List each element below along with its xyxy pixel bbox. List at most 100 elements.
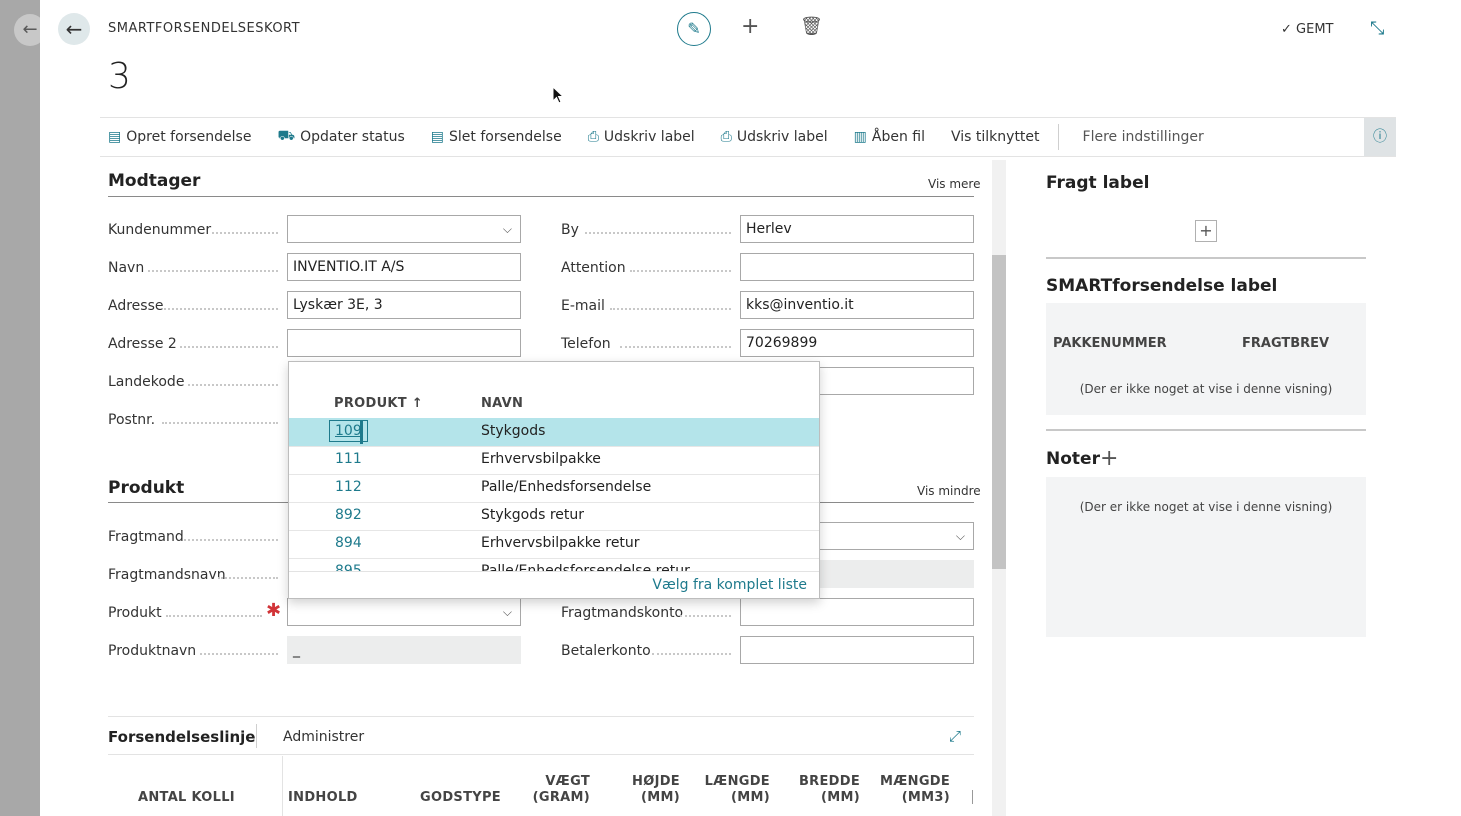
col-maengde[interactable]: MÆNGDE (MM3)	[880, 774, 950, 806]
field-label-navn: Navn	[108, 260, 145, 276]
label-leader	[166, 614, 262, 617]
collapse-icon[interactable]: ⤡	[1370, 18, 1384, 39]
col-hoejde[interactable]: HØJDE (MM)	[610, 774, 680, 806]
action-aaben-fil[interactable]: ▥ Åben fil	[854, 129, 925, 145]
saved-status: ✓ GEMT	[1281, 22, 1334, 37]
label-leader	[652, 652, 731, 655]
label-leader	[164, 307, 278, 310]
back-arrow-icon[interactable]: ←	[58, 13, 90, 45]
vis-mindre-link[interactable]: Vis mindre	[917, 484, 981, 498]
lines-column-sep	[282, 756, 283, 816]
dd-row-code[interactable]: 895	[335, 563, 362, 571]
field-label-kundenummer: Kundenummer	[108, 222, 212, 238]
expand-icon[interactable]: ⤢	[949, 727, 961, 745]
dd-row-name: Stykgods retur	[481, 507, 585, 523]
col-label-unit: (MM3)	[901, 790, 950, 805]
required-asterisk-icon: ✱	[266, 600, 282, 621]
dd-footer-divider	[289, 571, 819, 572]
betalerkonto-input[interactable]	[740, 636, 974, 664]
kundenummer-select[interactable]: ⌵	[287, 215, 521, 243]
action-opdater-status[interactable]: ⛟ Opdater status	[277, 128, 404, 146]
vis-mere-link[interactable]: Vis mere	[928, 177, 980, 191]
fragt-label-title: Fragt label	[1046, 173, 1150, 193]
page-caption: SMARTFORSENDELSESKORT	[108, 21, 301, 36]
dd-col-navn[interactable]: NAVN	[481, 396, 523, 411]
mouse-cursor-icon	[552, 86, 564, 104]
plus-icon[interactable]: +	[741, 14, 759, 39]
col-bredde[interactable]: BREDDE (MM)	[790, 774, 860, 806]
label-leader	[218, 576, 278, 579]
chevron-down-icon: ⌵	[502, 222, 512, 236]
attention-input[interactable]	[740, 253, 974, 281]
col-indhold[interactable]: INDHOLD	[288, 790, 358, 806]
factbox-divider	[1046, 429, 1366, 431]
label-leader	[610, 307, 731, 310]
dd-row[interactable]: 112 Palle/Enhedsforsendelse	[289, 474, 819, 503]
col-antal-kolli[interactable]: ANTAL KOLLI	[138, 790, 235, 806]
col-label: PRODUKT	[334, 396, 407, 411]
edit-pencil-icon[interactable]: ✎	[677, 12, 711, 46]
empty-message: (Der er ikke noget at vise i denne visni…	[1079, 500, 1333, 514]
col-label-unit: (GRAM)	[532, 790, 590, 805]
action-label: Flere indstillinger	[1082, 129, 1204, 145]
add-note-icon[interactable]: +	[1100, 446, 1118, 471]
saved-label: GEMT	[1296, 22, 1334, 37]
email-input[interactable]: kks@inventio.it	[740, 291, 974, 319]
dd-row-code[interactable]: 111	[335, 451, 362, 467]
field-label-attention: Attention	[561, 260, 626, 276]
printer-icon: ⎙	[720, 129, 732, 145]
navn-input[interactable]: INVENTIO.IT A/S	[287, 253, 521, 281]
fragtmandskonto-input[interactable]	[740, 598, 974, 626]
action-label: Opdater status	[300, 129, 405, 145]
lines-header-border	[108, 754, 974, 755]
dd-row-code[interactable]: 892	[335, 507, 362, 523]
dd-row-name: Palle/Enhedsforsendelse	[481, 479, 652, 495]
lines-administrer[interactable]: Administrer	[283, 729, 364, 745]
full-list-link[interactable]: Vælg fra komplet liste	[652, 577, 807, 593]
col-label: GODSTYPE	[420, 790, 501, 805]
dd-row[interactable]: 109 Stykgods	[289, 418, 819, 447]
field-label-fragtmand: Fragtmand	[108, 529, 184, 545]
col-label: ANTAL KOLLI	[138, 790, 235, 805]
dd-row-code[interactable]: 112	[335, 479, 362, 495]
action-slet-forsendelse[interactable]: ▤ Slet forsendelse	[431, 129, 562, 145]
barcode-icon: ▥	[853, 129, 867, 145]
col-pakkenummer[interactable]: PAKKENUMMER	[1053, 336, 1167, 351]
dd-row[interactable]: 111 Erhvervsbilpakke	[289, 446, 819, 475]
info-icon[interactable]: ⓘ	[1364, 118, 1396, 156]
dd-col-produkt[interactable]: PRODUKT ↑	[334, 396, 423, 411]
lines-top-border	[108, 716, 974, 717]
dd-row-code[interactable]: 894	[335, 535, 362, 551]
col-label: LÆNGDE	[704, 774, 770, 789]
scrollbar-thumb[interactable]	[992, 255, 1006, 569]
trash-icon[interactable]: 🗑	[800, 16, 823, 37]
action-vis-tilknyttet[interactable]: Vis tilknyttet	[951, 129, 1040, 145]
action-udskriv-label-2[interactable]: ⎙ Udskriv label	[721, 129, 828, 145]
adresse-input[interactable]: Lyskær 3E, 3	[287, 291, 521, 319]
action-flere-indstillinger[interactable]: Flere indstillinger	[1083, 129, 1204, 145]
create-shipment-icon: ▤	[108, 129, 122, 145]
empty-message: (Der er ikke noget at vise i denne visni…	[1079, 382, 1333, 396]
add-fragt-label-icon[interactable]: +	[1195, 220, 1217, 242]
dd-row[interactable]: 892 Stykgods retur	[289, 502, 819, 531]
col-laengde[interactable]: LÆNGDE (MM)	[700, 774, 770, 806]
field-label-adresse-2: Adresse 2	[108, 336, 177, 352]
field-label-telefon: Telefon	[561, 336, 611, 352]
by-input[interactable]: Herlev	[740, 215, 974, 243]
col-godstype[interactable]: GODSTYPE	[420, 790, 501, 806]
field-label-email: E-mail	[561, 298, 605, 314]
col-fragtbrev[interactable]: FRAGTBREV	[1242, 336, 1329, 351]
col-label-unit: (MM)	[821, 790, 860, 805]
action-udskriv-label-1[interactable]: ⎙ Udskriv label	[588, 129, 695, 145]
col-vaegt[interactable]: VÆGT (GRAM)	[520, 774, 590, 806]
label-leader	[620, 345, 731, 348]
adresse-2-input[interactable]	[287, 329, 521, 357]
action-opret-forsendelse[interactable]: ▤ Opret forsendelse	[108, 129, 251, 145]
dd-row-partial[interactable]: 895 Palle/Enhedsforsendelse retur	[289, 558, 819, 571]
produkt-select[interactable]: ⌵	[287, 598, 521, 626]
dd-row[interactable]: 894 Erhvervsbilpakke retur	[289, 530, 819, 559]
section-title-modtager: Modtager	[108, 171, 201, 191]
telefon-input[interactable]: 70269899	[740, 329, 974, 357]
factbox-divider	[1046, 257, 1366, 259]
dd-row-name: Palle/Enhedsforsendelse retur	[481, 563, 690, 571]
